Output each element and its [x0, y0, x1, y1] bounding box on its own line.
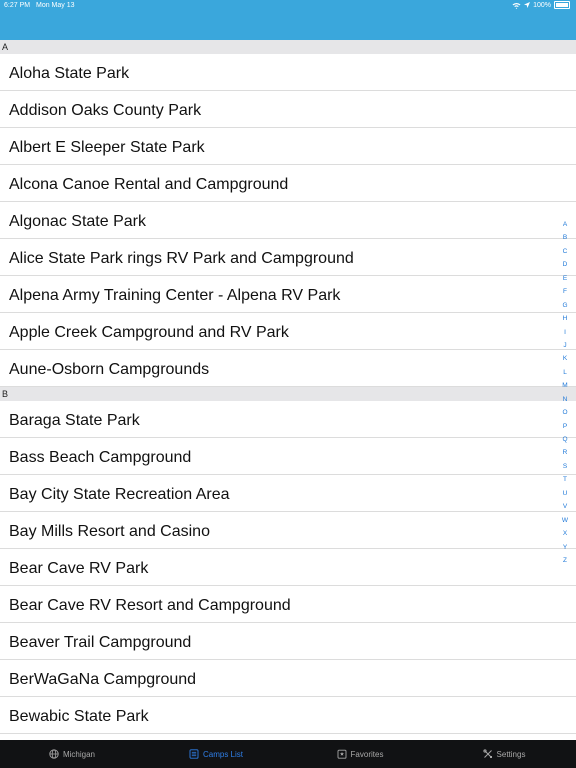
tab-label: Settings [496, 749, 526, 759]
section-header-a: A [0, 40, 576, 54]
list-item[interactable]: Bass Beach Campground [0, 438, 576, 475]
battery-icon [554, 1, 570, 9]
list-item[interactable]: Apple Creek Campground and RV Park [0, 313, 576, 350]
index-letter[interactable]: X [563, 527, 567, 540]
nav-header: 6:27 PM Mon May 13 100% [0, 0, 576, 40]
index-letter[interactable]: B [563, 231, 567, 244]
status-bar: 6:27 PM Mon May 13 100% [0, 0, 576, 12]
list-item[interactable]: Aune-Osborn Campgrounds [0, 350, 576, 387]
list-item[interactable]: Bewabic State Park [0, 697, 576, 734]
index-letter[interactable]: V [563, 500, 567, 513]
list-item[interactable]: Addison Oaks County Park [0, 91, 576, 128]
tab-label: Camps List [202, 749, 243, 759]
index-letter[interactable]: J [563, 339, 566, 352]
index-letter[interactable]: N [563, 393, 568, 406]
index-letter[interactable]: F [563, 285, 567, 298]
tab-settings[interactable]: Settings [432, 740, 576, 768]
index-letter[interactable]: O [562, 406, 567, 419]
list-item[interactable]: Baraga State Park [0, 401, 576, 438]
index-letter[interactable]: L [563, 366, 567, 379]
tab-bar: Michigan Camps List Favorites Settings [0, 740, 576, 768]
list-item[interactable]: Bay Mills Resort and Casino [0, 512, 576, 549]
index-letter[interactable]: Q [562, 433, 567, 446]
index-letter[interactable]: U [563, 487, 568, 500]
tab-label: Michigan [62, 749, 95, 759]
list-item[interactable]: Albert E Sleeper State Park [0, 128, 576, 165]
index-letter[interactable]: T [563, 473, 567, 486]
status-date: Mon May 13 [36, 2, 75, 9]
tab-favorites[interactable]: Favorites [288, 740, 432, 768]
index-letter[interactable]: I [564, 326, 566, 339]
list-item[interactable]: Beaver Trail Campground [0, 623, 576, 660]
list-item[interactable]: Alice State Park rings RV Park and Campg… [0, 239, 576, 276]
list-item[interactable]: BerWaGaNa Campground [0, 660, 576, 697]
index-letter[interactable]: E [563, 272, 567, 285]
settings-icon [482, 749, 492, 758]
list-item[interactable]: Algonac State Park [0, 202, 576, 239]
status-time: 6:27 PM [4, 2, 31, 9]
index-letter[interactable]: K [563, 352, 567, 365]
index-letter[interactable]: W [562, 514, 568, 527]
list-item[interactable]: Bear Cave RV Park [0, 549, 576, 586]
list-item[interactable]: Aloha State Park [0, 54, 576, 91]
index-letter[interactable]: R [563, 446, 568, 459]
favorites-icon [337, 749, 346, 759]
index-letter[interactable]: Y [563, 541, 567, 554]
tab-camps-list[interactable]: Camps List [144, 740, 288, 768]
index-letter[interactable]: H [563, 312, 568, 325]
list-item[interactable]: Bay City State Recreation Area [0, 475, 576, 512]
tab-michigan[interactable]: Michigan [0, 740, 144, 768]
index-letter[interactable]: C [563, 245, 568, 258]
index-letter[interactable]: G [562, 299, 567, 312]
status-right: 100% [512, 1, 570, 9]
wifi-icon [512, 2, 521, 9]
index-letter[interactable]: A [563, 218, 567, 231]
index-letter[interactable]: D [563, 258, 568, 271]
location-icon [524, 2, 531, 8]
tab-label: Favorites [350, 749, 384, 759]
camps-list[interactable]: A Aloha State Park Addison Oaks County P… [0, 40, 576, 740]
section-header-b: B [0, 387, 576, 401]
index-letter[interactable]: S [563, 460, 567, 473]
list-item[interactable]: Alpena Army Training Center - Alpena RV … [0, 276, 576, 313]
globe-icon [49, 749, 59, 759]
section-index[interactable]: A B C D E F G H I J K L M N O P Q R S T … [559, 218, 571, 567]
battery-percent: 100% [533, 1, 551, 9]
index-letter[interactable]: P [563, 420, 567, 433]
list-icon [189, 749, 199, 759]
list-item[interactable]: Alcona Canoe Rental and Campground [0, 165, 576, 202]
index-letter[interactable]: Z [563, 554, 567, 567]
index-letter[interactable]: M [562, 379, 567, 392]
list-item[interactable]: Bear Cave RV Resort and Campground [0, 586, 576, 623]
